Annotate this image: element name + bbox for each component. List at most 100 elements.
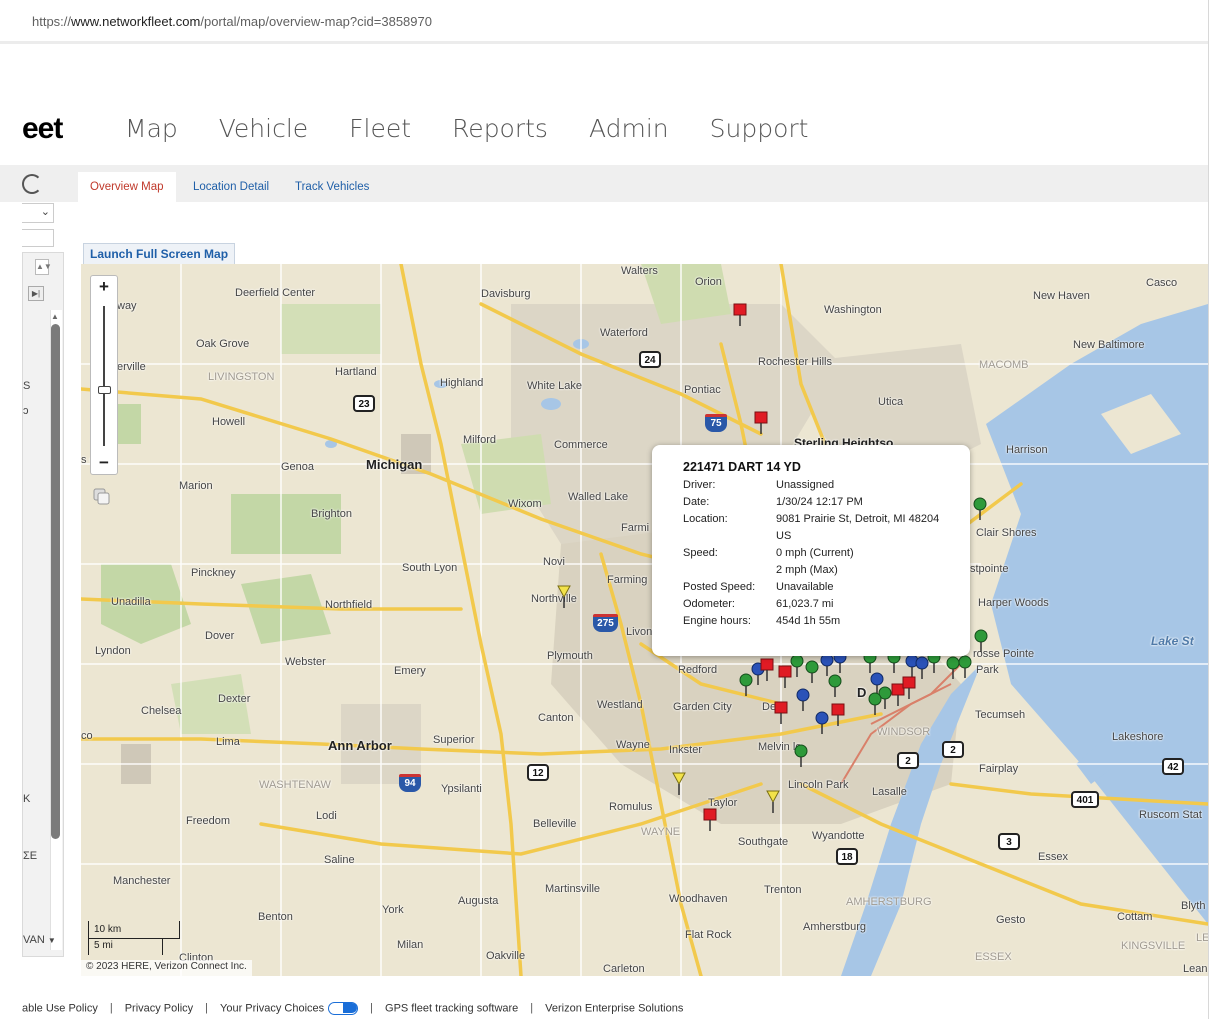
overview-map[interactable]: Michigan Ann Arbor Lake St Sterling Heig… (81, 264, 1208, 976)
dropdown-arrow-icon[interactable]: ▼ (48, 936, 56, 945)
footer-link-privacy-choices[interactable]: Your Privacy Choices (220, 1002, 324, 1014)
nav-map[interactable]: Map (125, 114, 178, 143)
popup-row-speed: Speed: 0 mph (Current) (683, 545, 970, 562)
vehicle-pin-yellow-icon[interactable] (672, 772, 686, 796)
vehicle-pin-yellow-icon[interactable] (557, 585, 571, 609)
map-label: Unadilla (111, 596, 151, 608)
popup-value: 1/30/24 12:17 PM (776, 496, 863, 508)
nav-admin[interactable]: Admin (589, 114, 669, 143)
tab-overview-map[interactable]: Overview Map (78, 172, 176, 202)
vehicle-pin-red-icon[interactable] (754, 411, 768, 435)
map-label: Oak Grove (196, 338, 250, 350)
vehicle-pin-green-icon[interactable] (974, 629, 988, 653)
popup-value: 9081 Prairie St, Detroit, MI 48204 US (776, 513, 940, 542)
url-text[interactable]: https://www.networkfleet.com/portal/map/… (32, 14, 432, 29)
footer-link-privacy-policy[interactable]: Privacy Policy (125, 1002, 193, 1014)
tab-location-detail[interactable]: Location Detail (181, 175, 281, 202)
map-label: MACOMB (979, 359, 1029, 371)
map-label: Plymouth (547, 650, 593, 662)
map-label: Ypsilanti (441, 783, 482, 795)
browser-url-bar[interactable]: https://www.networkfleet.com/portal/map/… (0, 0, 1216, 44)
route-shield: 401 (1071, 791, 1099, 808)
map-label: South Lyon (402, 562, 458, 574)
zoom-out-button[interactable]: − (91, 452, 117, 474)
map-label: ESSEX (975, 951, 1012, 963)
map-label: Highland (440, 377, 484, 389)
footer-separator: | (370, 1002, 374, 1015)
map-label: WAYNE (641, 826, 681, 838)
scroll-up-icon[interactable]: ▲ (51, 312, 59, 321)
sort-spinner-icon[interactable]: ▲▼ (35, 259, 52, 275)
map-label: Dexter (218, 693, 251, 705)
footer-separator: | (109, 1002, 113, 1015)
vehicle-pin-red-icon[interactable] (902, 676, 916, 700)
map-label: Garden City (673, 701, 732, 713)
vehicle-pin-blue-icon[interactable] (796, 688, 810, 712)
map-label: erville (117, 361, 146, 373)
zoom-in-button[interactable]: + (91, 276, 117, 298)
footer-link-verizon-enterprise[interactable]: Verizon Enterprise Solutions (545, 1002, 683, 1014)
nav-vehicle[interactable]: Vehicle (219, 114, 308, 143)
last-page-icon[interactable]: ▶| (28, 286, 44, 301)
vehicle-pin-green-icon[interactable] (794, 744, 808, 768)
map-label: Canton (538, 712, 574, 724)
vehicle-pin-red-icon[interactable] (831, 703, 845, 727)
popup-label: Location: (683, 513, 728, 525)
sidebar-scroll-thumb[interactable] (51, 324, 60, 839)
vehicle-pin-red-icon[interactable] (760, 658, 774, 682)
brand-logo[interactable]: eet (22, 112, 63, 146)
nav-fleet[interactable]: Fleet (349, 114, 411, 143)
map-layers-icon[interactable] (92, 487, 112, 507)
map-label: Westland (597, 699, 643, 711)
map-label: Utica (878, 396, 904, 408)
vehicle-pin-green-icon[interactable] (973, 497, 987, 521)
scale-km: 10 km (88, 921, 180, 939)
footer-link-gps-software[interactable]: GPS fleet tracking software (385, 1002, 518, 1014)
vehicle-pin-green-icon[interactable] (958, 655, 972, 679)
vehicle-pin-green-icon[interactable] (828, 674, 842, 698)
footer-link-acceptable-use[interactable]: able Use Policy (22, 1002, 98, 1014)
map-label: Saline (324, 854, 355, 866)
vehicle-pin-red-icon[interactable] (703, 808, 717, 832)
vehicle-info-popup[interactable]: 221471 DART 14 YD Driver: Unassigned Date… (652, 445, 970, 656)
vehicle-pin-red-icon[interactable] (733, 303, 747, 327)
vehicle-pin-green-icon[interactable] (805, 660, 819, 684)
popup-row-posted-speed: Posted Speed: Unavailable (683, 579, 970, 596)
map-label: Lasalle (872, 786, 907, 798)
map-label: Manchester (113, 875, 171, 887)
map-label: Lakeshore (1112, 731, 1164, 743)
map-label: stpointe (970, 563, 1009, 575)
map-label: Clair Shores (976, 527, 1037, 539)
nav-support[interactable]: Support (710, 114, 809, 143)
map-label: Wyandotte (812, 830, 865, 842)
refresh-icon[interactable] (22, 174, 42, 194)
zoom-slider-thumb[interactable] (98, 386, 111, 394)
launch-full-screen-map-button[interactable]: Launch Full Screen Map (83, 243, 236, 265)
scale-mi: 5 mi (88, 939, 163, 955)
sidebar-select[interactable]: ⌄ (22, 203, 54, 223)
map-copyright: © 2023 HERE, Verizon Connect Inc. (81, 960, 252, 976)
map-label: WASHTENAW (259, 779, 331, 791)
map-label: Milan (397, 939, 424, 951)
map-label: Benton (258, 911, 293, 923)
map-label: Redford (678, 664, 718, 676)
vehicle-pin-green-icon[interactable] (790, 654, 804, 678)
map-label: Farmi (621, 522, 650, 534)
sidebar-search-input[interactable] (22, 229, 54, 247)
privacy-choices-icon[interactable] (328, 1002, 359, 1015)
vehicle-pin-blue-icon[interactable] (815, 711, 829, 735)
main-nav: Map Vehicle Fleet Reports Admin Support (125, 114, 808, 143)
map-label: Woodhaven (669, 893, 728, 905)
map-label: Marion (179, 480, 213, 492)
map-label: way (117, 300, 137, 312)
map-label: Wixom (508, 498, 542, 510)
nav-reports[interactable]: Reports (452, 114, 548, 143)
vehicle-pin-yellow-icon[interactable] (766, 790, 780, 814)
map-label: Genoa (281, 461, 315, 473)
zoom-slider-track[interactable] (103, 306, 105, 446)
sidebar-text-fragment: VAN ▼ (23, 934, 56, 946)
vehicle-pin-green-icon[interactable] (868, 692, 882, 716)
tab-track-vehicles[interactable]: Track Vehicles (283, 175, 381, 202)
sidebar-text-fragment: S (23, 380, 31, 392)
vehicle-pin-red-icon[interactable] (774, 701, 788, 725)
